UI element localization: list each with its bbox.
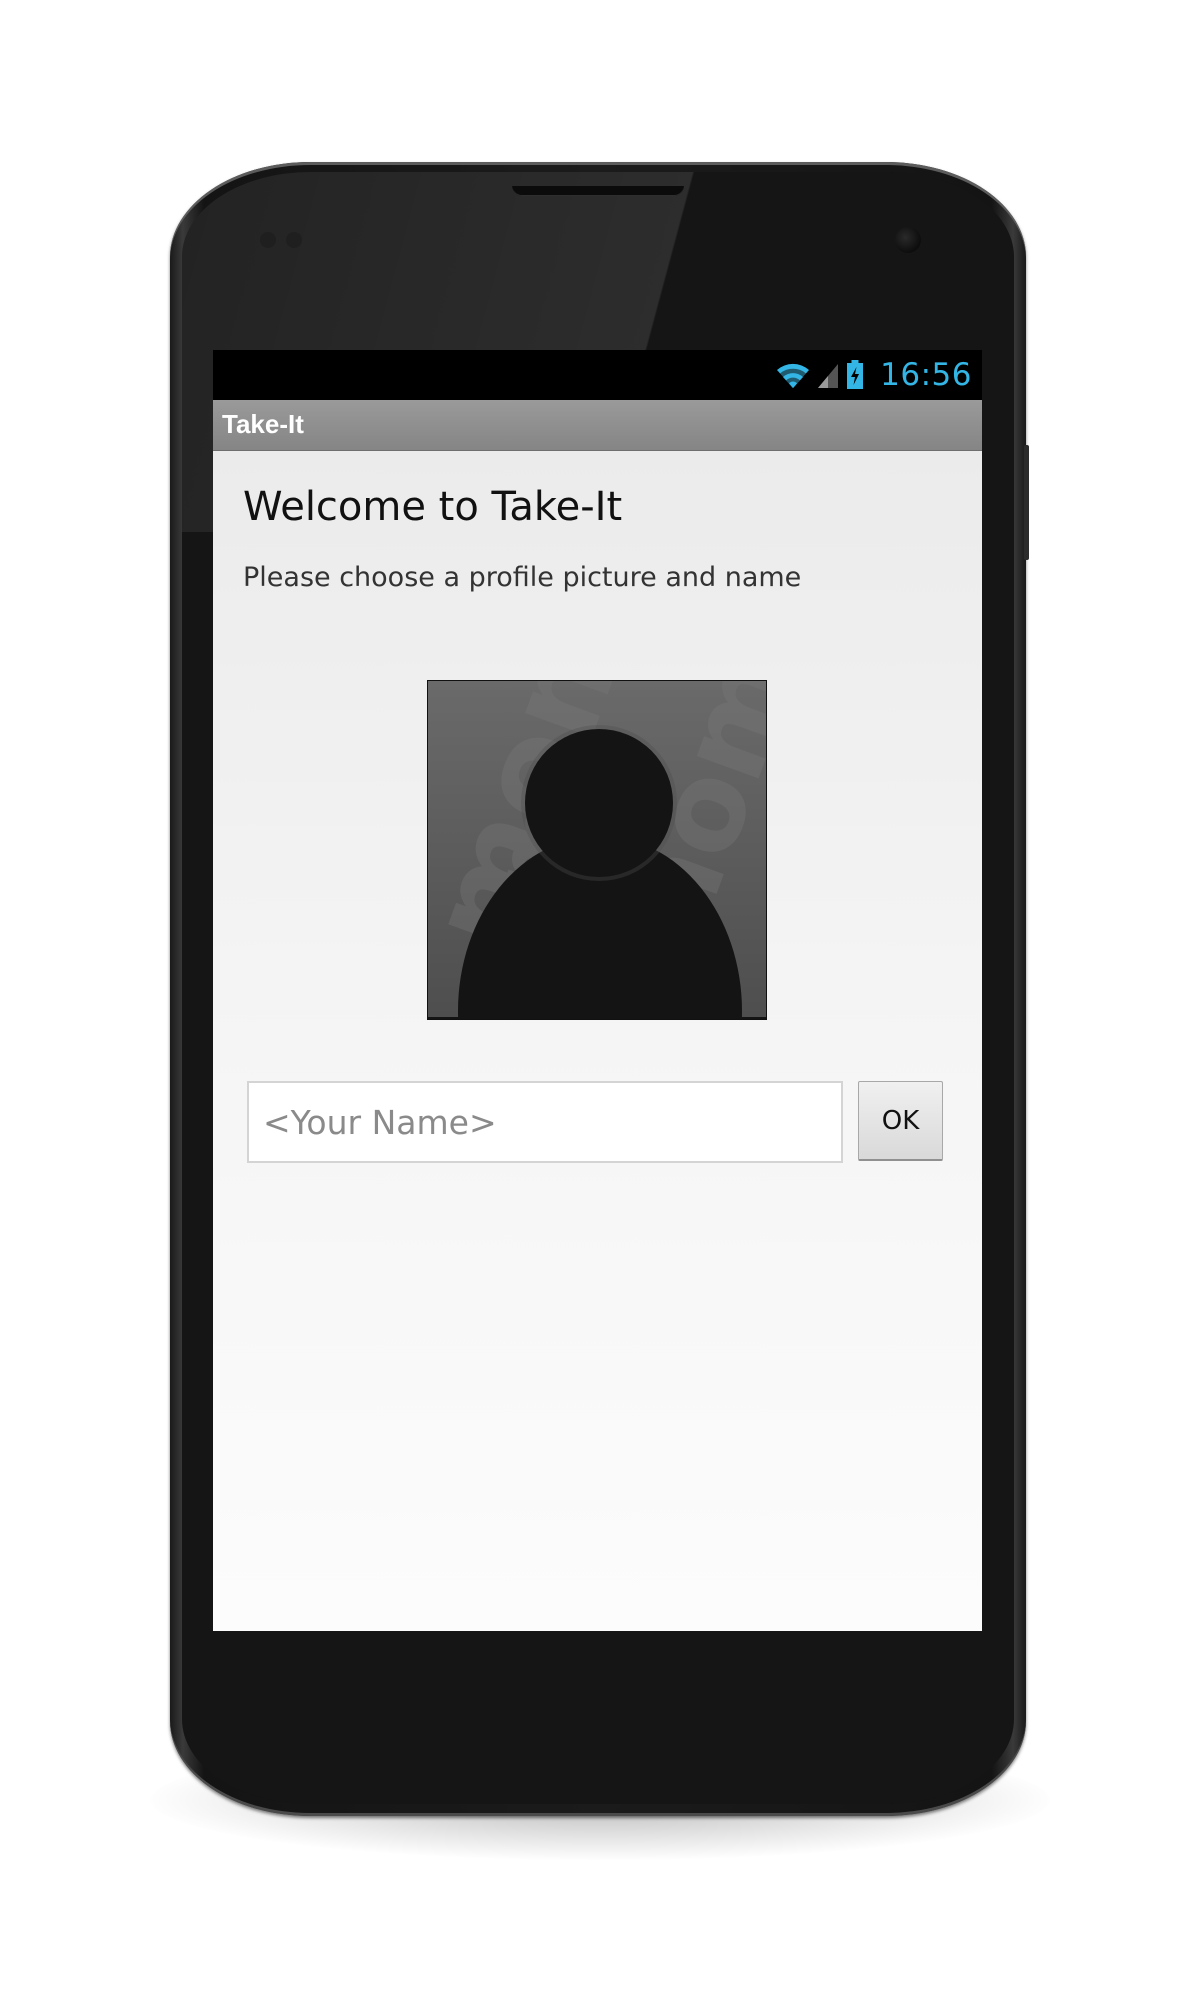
page-subtitle: Please choose a profile picture and name [243, 562, 802, 593]
page-title: Welcome to Take-It [243, 484, 623, 530]
status-clock: 16:56 [880, 357, 972, 393]
name-input[interactable] [247, 1081, 843, 1163]
battery-charging-icon [847, 360, 864, 389]
earpiece-speaker [512, 186, 684, 196]
device-screen: 16:56 Take-It Welcome to Take-It Please … [213, 350, 982, 1631]
cell-signal-icon [818, 364, 839, 388]
default-avatar-icon: mom mom mom [428, 681, 766, 1019]
main-content: Welcome to Take-It Please choose a profi… [213, 451, 982, 1631]
power-button [1024, 445, 1029, 560]
status-bar: 16:56 [213, 350, 982, 400]
proximity-sensor [260, 232, 304, 248]
profile-picture-button[interactable]: mom mom mom [427, 680, 767, 1020]
ok-button[interactable]: OK [858, 1081, 943, 1161]
app-title: Take-It [222, 409, 304, 439]
wifi-icon [777, 363, 810, 388]
front-camera [895, 227, 921, 253]
action-bar: Take-It [213, 400, 982, 451]
status-icons: 16:56 [776, 356, 972, 394]
